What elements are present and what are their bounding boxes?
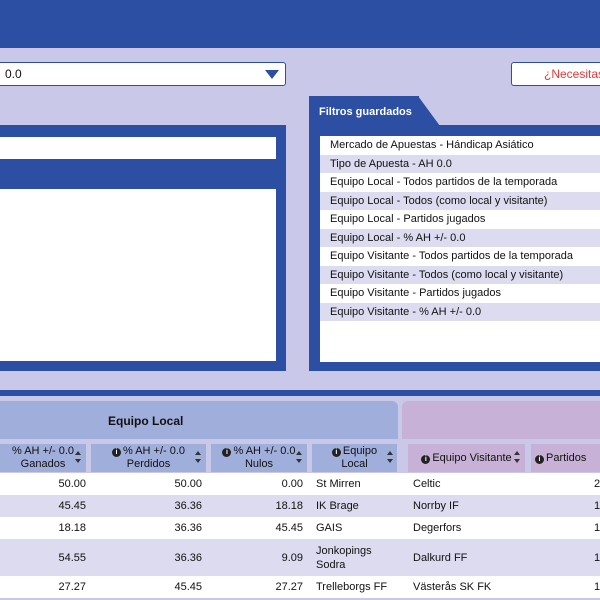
cell-partidos: 11 <box>594 551 600 564</box>
column-header-equipo-local[interactable]: i Equipo Local <box>312 444 397 472</box>
sort-up-icon <box>296 451 302 455</box>
table-row[interactable]: 45.45 36.36 18.18 IK Brage Norrby IF 11 <box>0 495 600 517</box>
cell-partidos: 11 <box>594 581 600 593</box>
local-team-group-title: Equipo Local <box>108 414 184 428</box>
saved-filter-item[interactable]: Equipo Visitante - Partidos jugados <box>320 284 600 303</box>
column-header-perdidos[interactable]: i% AH +/- 0.0 Perdidos <box>91 444 206 472</box>
cell-perdidos: 50.00 <box>174 478 202 490</box>
cell-ganados: 54.55 <box>58 551 86 564</box>
cell-equipo-local: Trelleborgs FF <box>316 581 388 593</box>
cell-equipo-local: IK Brage <box>316 500 359 512</box>
sort-down-icon <box>195 459 201 463</box>
saved-filters-list: Mercado de Apuestas - Hándicap Asiático … <box>320 136 600 362</box>
column-header-nulos[interactable]: i% AH +/- 0.0 Nulos <box>211 444 307 472</box>
cell-equipo-visitante: Degerfors <box>413 522 462 534</box>
sort-up-icon <box>195 451 201 455</box>
cell-equipo-visitante: Dalkurd FF <box>413 551 468 564</box>
column-header-ganados-line1: % AH +/- 0.0 <box>11 445 75 457</box>
cell-ganados: 18.18 <box>58 522 86 534</box>
cell-partidos: 11 <box>594 500 600 512</box>
cell-equipo-local: Jonkopings Sodra <box>316 544 372 571</box>
info-icon: i <box>535 455 544 464</box>
cell-perdidos: 36.36 <box>174 500 202 512</box>
local-team-group-header <box>0 401 398 439</box>
table-row[interactable]: 54.55 36.36 9.09 Jonkopings Sodra Dalkur… <box>0 539 600 576</box>
sort-up-icon <box>75 451 81 455</box>
info-icon: i <box>111 448 121 457</box>
info-icon: i <box>331 448 341 457</box>
saved-filter-item[interactable]: Equipo Local - Todos partidos de la temp… <box>320 173 600 192</box>
column-header-ganados-line2: Ganados <box>20 458 66 470</box>
cell-nulos: 9.09 <box>281 551 303 564</box>
table-row[interactable]: 18.18 36.36 45.45 GAIS Degerfors 11 <box>0 517 600 539</box>
column-header-equipo-visitante[interactable]: i Equipo Visitante <box>408 444 525 472</box>
table-top-strip <box>0 390 600 396</box>
cell-ganados: 45.45 <box>58 500 86 512</box>
cell-perdidos: 45.45 <box>174 581 202 593</box>
saved-filter-item[interactable]: Equipo Visitante - Todos partidos de la … <box>320 247 600 266</box>
cell-partidos: 2 <box>594 478 600 490</box>
cell-nulos: 45.45 <box>275 522 303 534</box>
cell-equipo-visitante: Norrby IF <box>413 500 459 512</box>
top-bar <box>0 0 600 48</box>
cell-equipo-visitante: Västerås SK FK <box>413 581 492 593</box>
help-button[interactable]: ¿Necesitas <box>511 62 600 86</box>
table-row[interactable]: 27.27 45.45 27.27 Trelleborgs FF Västerå… <box>0 576 600 598</box>
table-row[interactable]: 50.00 50.00 0.00 St Mirren Celtic 2 <box>0 473 600 495</box>
saved-filter-item[interactable]: Equipo Local - % AH +/- 0.0 <box>320 228 600 247</box>
cell-nulos: 18.18 <box>275 500 303 512</box>
cell-ganados: 27.27 <box>58 581 86 593</box>
cell-ganados: 50.00 <box>58 478 86 490</box>
cell-perdidos: 36.36 <box>174 522 202 534</box>
info-icon: i <box>222 448 232 457</box>
info-icon: i <box>421 455 431 464</box>
saved-filter-item[interactable]: Tipo de Apuesta - AH 0.0 <box>320 154 600 173</box>
saved-filter-item[interactable]: Equipo Local - Todos (como local y visit… <box>320 191 600 210</box>
cell-partidos: 11 <box>594 522 600 534</box>
handicap-select-value: 0.0 <box>5 67 22 81</box>
sort-down-icon <box>387 459 393 463</box>
saved-filters-tab-edge <box>418 96 440 126</box>
saved-filter-item[interactable]: Equipo Visitante - Todos (como local y v… <box>320 265 600 284</box>
column-header-ganados[interactable]: % AH +/- 0.0 Ganados <box>0 444 86 472</box>
visitor-team-group-header <box>402 401 600 439</box>
sort-down-icon <box>296 459 302 463</box>
cell-equipo-visitante: Celtic <box>413 478 441 490</box>
cell-equipo-local: GAIS <box>316 522 343 534</box>
chevron-down-icon <box>265 70 279 79</box>
saved-filters-title: Filtros guardados <box>319 106 412 118</box>
cell-perdidos: 36.36 <box>174 551 202 564</box>
filter-input[interactable] <box>0 137 276 159</box>
sort-up-icon <box>514 451 520 455</box>
sort-down-icon <box>514 459 520 463</box>
filter-list-area[interactable] <box>0 189 276 361</box>
cell-equipo-local: St Mirren <box>316 478 361 490</box>
sort-up-icon <box>387 451 393 455</box>
saved-filter-item[interactable]: Equipo Visitante - % AH +/- 0.0 <box>320 302 600 321</box>
cell-nulos: 0.00 <box>281 478 303 490</box>
saved-filter-item[interactable]: Mercado de Apuestas - Hándicap Asiático <box>320 136 600 155</box>
handicap-select[interactable]: 0.0 <box>0 62 286 86</box>
cell-nulos: 27.27 <box>275 581 303 593</box>
sort-down-icon <box>75 459 81 463</box>
saved-filter-item[interactable]: Equipo Local - Partidos jugados <box>320 210 600 229</box>
column-header-partidos[interactable]: i Partidos <box>531 444 600 472</box>
